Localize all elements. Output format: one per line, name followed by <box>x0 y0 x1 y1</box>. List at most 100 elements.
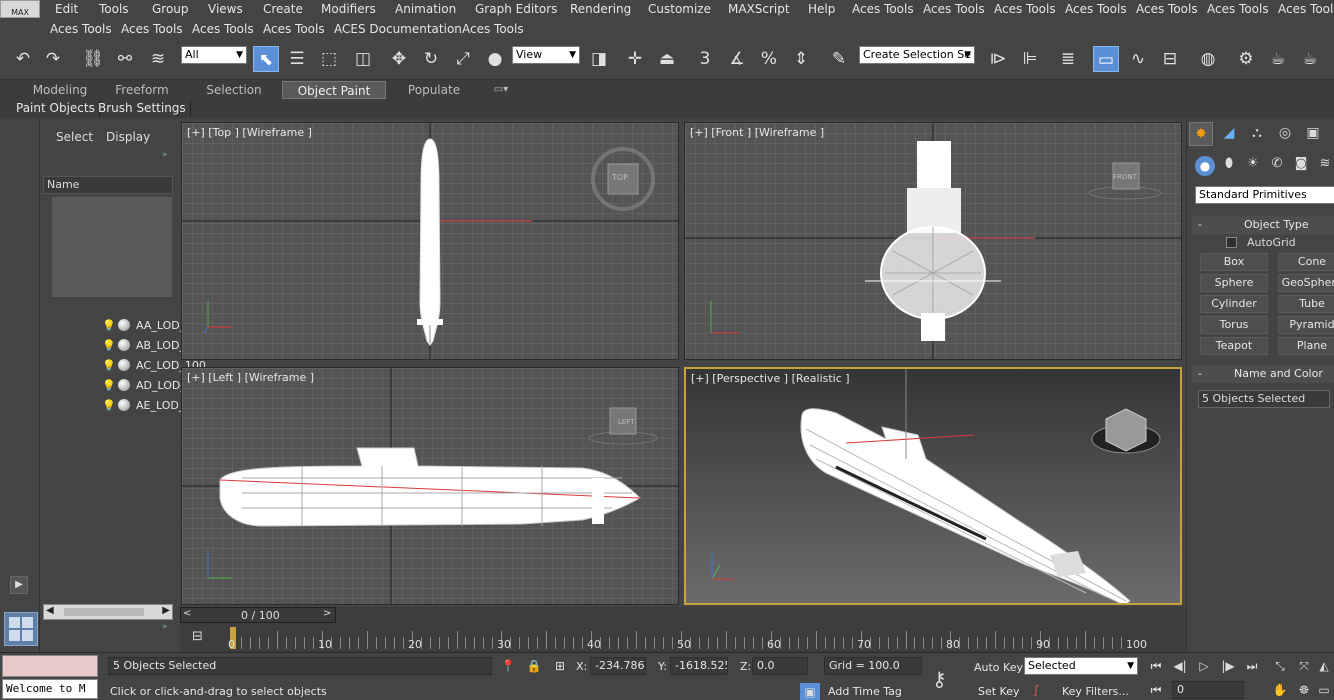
snaps-toggle-icon[interactable]: 3 <box>692 46 718 72</box>
menu-group[interactable]: Group <box>152 2 189 16</box>
time-slider-next-icon[interactable]: > <box>323 608 331 619</box>
menu-aces-tools[interactable]: Aces Tools <box>50 22 112 36</box>
selection-filter-dropdown[interactable]: All ▼ <box>181 46 247 64</box>
menu-aces-tools[interactable]: Aces Tools <box>923 2 985 16</box>
absolute-mode-icon[interactable]: ⊞ <box>550 657 570 675</box>
tab-selection[interactable]: Selection <box>200 81 268 99</box>
previous-frame-icon[interactable]: ◀| <box>1170 657 1190 675</box>
viewport-top[interactable]: [+] [Top ] [Wireframe ] TOP <box>181 122 679 360</box>
object-name-field[interactable]: 5 Objects Selected <box>1198 390 1330 408</box>
angle-snap-icon[interactable]: ∡ <box>724 46 750 72</box>
trackbar-toggle-icon[interactable]: ⊟ <box>192 629 203 644</box>
menu-aces-tools[interactable]: Aces Tools <box>1207 2 1269 16</box>
sphere-button[interactable]: Sphere <box>1200 274 1268 292</box>
menu-edit[interactable]: Edit <box>55 2 78 16</box>
undo-icon[interactable]: ↶ <box>10 46 36 72</box>
tube-button[interactable]: Tube <box>1278 295 1334 313</box>
render-production-icon[interactable]: ☕ <box>1297 46 1323 72</box>
menu-tools[interactable]: Tools <box>99 2 129 16</box>
geometry-icon[interactable]: ● <box>1195 156 1215 176</box>
current-frame-field[interactable]: 0 <box>1172 681 1244 699</box>
isolate-selection-icon[interactable]: 📍 <box>498 657 518 675</box>
menu-aces-tools[interactable]: Aces Tools <box>1065 2 1127 16</box>
rotate-icon[interactable]: ↻ <box>418 46 444 72</box>
object-type-rollout[interactable]: - Object Type <box>1192 216 1334 234</box>
rectangular-selection-icon[interactable]: ⬚ <box>316 46 342 72</box>
render-setup-icon[interactable]: ⚙ <box>1233 46 1259 72</box>
key-mode-toggle-icon[interactable]: ⏮ <box>1146 681 1166 699</box>
menu-help[interactable]: Help <box>808 2 835 16</box>
viewcube-left[interactable]: LEFT <box>618 418 635 426</box>
light-bulb-icon[interactable]: 💡 <box>102 319 116 332</box>
viewport-left[interactable]: [+] [Left ] [Wireframe ] LEFT <box>181 367 679 605</box>
pivot-center-icon[interactable]: ◨ <box>586 46 612 72</box>
orbit-icon[interactable]: ☸ <box>1294 681 1314 699</box>
tab-populate[interactable]: Populate <box>400 81 468 99</box>
menu-aces-tools[interactable]: Aces Tools <box>192 22 254 36</box>
torus-button[interactable]: Torus <box>1200 316 1268 334</box>
zoom-extents-icon[interactable]: ⤡ <box>1270 657 1290 675</box>
viewcube-front[interactable]: FRONT <box>1113 173 1137 181</box>
light-bulb-icon[interactable]: 💡 <box>102 359 116 372</box>
expand-double-icon[interactable]: » <box>162 150 168 160</box>
scale-icon[interactable]: ⤢ <box>450 46 476 72</box>
plane-button[interactable]: Plane <box>1278 337 1334 355</box>
pyramid-button[interactable]: Pyramid <box>1278 316 1334 334</box>
menu-aces-tools[interactable]: Aces Tools <box>263 22 325 36</box>
material-editor-icon[interactable]: ◍ <box>1195 46 1221 72</box>
pan-view-icon[interactable]: ✋ <box>1270 681 1290 699</box>
menu-aces-tools[interactable]: Aces Tools <box>462 22 524 36</box>
menu-animation[interactable]: Animation <box>395 2 456 16</box>
mirror-icon[interactable]: ⧐ <box>985 46 1011 72</box>
add-time-tag-icon[interactable]: ▣ <box>800 683 820 700</box>
geosphere-button[interactable]: GeoSphere <box>1278 274 1334 292</box>
named-selection-dropdown[interactable]: Create Selection Se ▼ <box>859 46 975 64</box>
viewport-perspective[interactable]: [+] [Perspective ] [Realistic ] <box>684 367 1182 605</box>
select-object-icon[interactable]: ⬉ <box>253 46 279 72</box>
key-filters-button[interactable]: Key Filters... <box>1062 685 1129 698</box>
edit-named-selection-icon[interactable]: ✎ <box>826 46 852 72</box>
lights-icon[interactable]: ☀ <box>1243 156 1263 176</box>
ribbon-options-icon[interactable]: ▭▾ <box>486 81 516 99</box>
window-crossing-icon[interactable]: ◫ <box>350 46 376 72</box>
key-mode-dropdown[interactable]: Selected ▼ <box>1024 657 1138 675</box>
time-slider[interactable]: < 0 / 100 > <box>180 607 336 623</box>
expand-double-icon[interactable]: » <box>162 622 168 632</box>
menu-rendering[interactable]: Rendering <box>570 2 631 16</box>
box-button[interactable]: Box <box>1200 253 1268 271</box>
shapes-icon[interactable]: ⬮ <box>1219 156 1239 176</box>
subtab-paint-objects[interactable]: Paint Objects <box>12 100 100 117</box>
explorer-scrollbar[interactable]: ◀ ▶ <box>43 604 173 620</box>
add-time-tag[interactable]: Add Time Tag <box>828 685 902 698</box>
cone-button[interactable]: Cone <box>1278 253 1334 271</box>
scroll-left-icon[interactable]: ◀ <box>46 605 54 616</box>
menu-aces-tools[interactable]: Aces Tools <box>852 2 914 16</box>
link-icon[interactable]: ⛓ <box>80 46 106 72</box>
helpers-icon[interactable]: ◙ <box>1291 156 1311 176</box>
go-to-end-icon[interactable]: ⏭ <box>1242 657 1262 675</box>
teapot-button[interactable]: Teapot <box>1200 337 1268 355</box>
redo-icon[interactable]: ↷ <box>40 46 66 72</box>
time-slider-prev-icon[interactable]: < <box>183 608 191 619</box>
layer-manager-icon[interactable]: ≣ <box>1055 46 1081 72</box>
space-warps-icon[interactable]: ≋ <box>1315 156 1334 176</box>
hierarchy-tab-icon[interactable]: ⛬ <box>1245 122 1269 146</box>
scroll-thumb[interactable] <box>64 608 144 616</box>
maximize-viewport-icon[interactable]: ▭ <box>1314 681 1334 699</box>
y-coordinate-field[interactable]: -1618.525 <box>670 657 728 675</box>
curve-editor-icon[interactable]: ∿ <box>1125 46 1151 72</box>
zoom-extents-all-icon[interactable]: ⤧ <box>1294 657 1314 675</box>
explorer-tab-select[interactable]: Select <box>56 130 93 144</box>
viewport-layout-icon[interactable] <box>4 612 38 646</box>
light-bulb-icon[interactable]: 💡 <box>102 379 116 392</box>
ribbon-toggle-icon[interactable]: ▭ <box>1093 46 1119 72</box>
place-icon[interactable]: ● <box>482 46 508 72</box>
menu-aces-tools[interactable]: Aces Tools <box>994 2 1056 16</box>
name-and-color-rollout[interactable]: - Name and Color <box>1192 365 1334 383</box>
selection-lock-icon[interactable]: 🔒 <box>524 657 544 675</box>
maxscript-output[interactable]: Welcome to M <box>2 679 98 699</box>
play-icon[interactable]: ▷ <box>1194 657 1214 675</box>
field-of-view-icon[interactable]: ◭ <box>1314 657 1334 675</box>
unlink-icon[interactable]: ⚯ <box>112 46 138 72</box>
column-header-name[interactable]: Name <box>43 176 173 194</box>
